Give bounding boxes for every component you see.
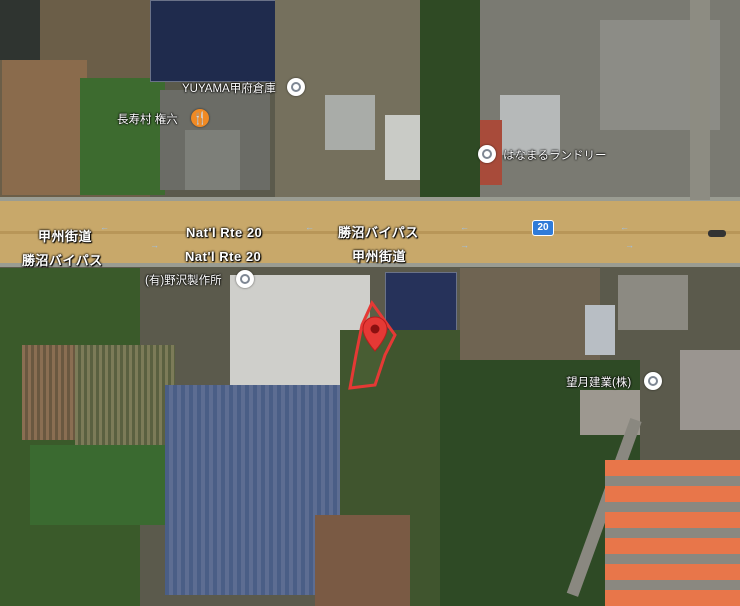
place-icon[interactable]	[287, 78, 305, 96]
place-label-hanamaru-laundry[interactable]: はなまるランドリー	[503, 147, 607, 163]
road-label-katsunuma-bypass-upper: 勝沼バイパス	[338, 225, 419, 240]
road-label-natl-rte-20-lower: Nat'l Rte 20	[185, 249, 262, 264]
highlighted-parcel-outline	[348, 300, 397, 390]
route-20-shield: 20	[532, 220, 554, 236]
place-icon[interactable]	[644, 372, 662, 390]
place-label-mochizuki-kengyo[interactable]: 望月建業(株)	[566, 374, 631, 390]
satellite-map[interactable]: ← ← ← ← → → → 甲州街道 Nat'l Rte 20 勝沼バイパス 勝…	[0, 0, 740, 606]
road-label-koshu-kaido-lower: 甲州街道	[352, 249, 407, 264]
map-pin-icon[interactable]	[362, 316, 388, 352]
place-label-yuyama[interactable]: YUYAMA甲府倉庫	[182, 80, 276, 96]
place-icon[interactable]	[236, 270, 254, 288]
road-label-katsunuma-bypass-west: 勝沼バイパス	[22, 253, 103, 268]
place-icon[interactable]	[478, 145, 496, 163]
road-label-koshu-kaido-west: 甲州街道	[38, 229, 93, 244]
road-label-natl-rte-20-upper: Nat'l Rte 20	[186, 225, 263, 240]
restaurant-icon[interactable]: 🍴	[191, 109, 209, 127]
place-label-chojumura-gonroku[interactable]: 長寿村 権六	[117, 111, 178, 127]
place-label-nozawa-seisakusho[interactable]: (有)野沢製作所	[145, 272, 222, 288]
